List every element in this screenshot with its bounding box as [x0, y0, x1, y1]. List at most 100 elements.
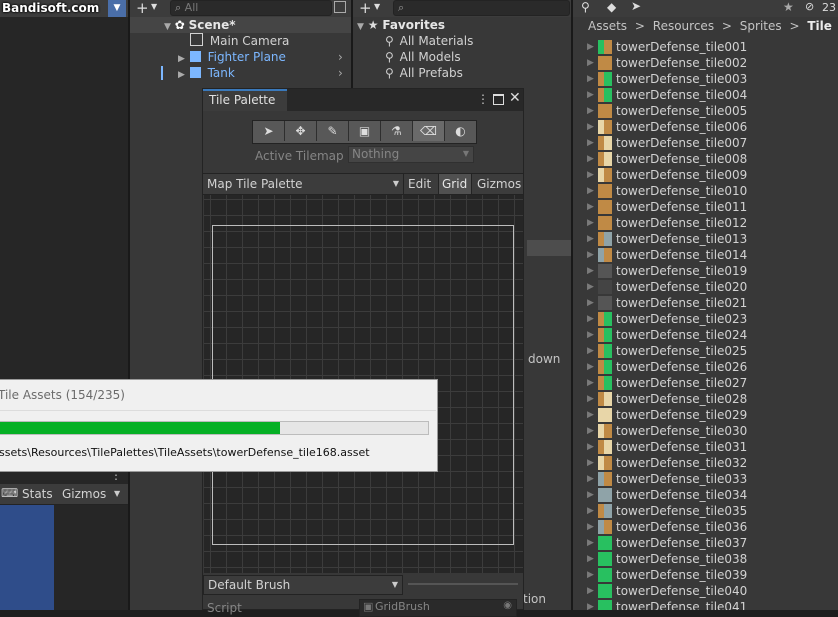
hierarchy-item[interactable]: ▶ Fighter Plane › [130, 49, 351, 65]
project-search-input[interactable]: ⌕ [393, 0, 570, 16]
project-asset-row[interactable]: ▶ towerDefense_tile004 [583, 87, 838, 103]
brush-dropdown[interactable]: Default Brush ▼ [203, 575, 403, 595]
expand-arrow-icon[interactable]: ▶ [587, 215, 594, 231]
expand-arrow-icon[interactable]: ▶ [587, 503, 594, 519]
palette-dropdown[interactable]: Map Tile Palette ▼ [203, 174, 403, 194]
project-asset-row[interactable]: ▶ towerDefense_tile039 [583, 567, 838, 583]
edit-button[interactable]: Edit [403, 174, 438, 194]
project-asset-row[interactable]: ▶ towerDefense_tile038 [583, 551, 838, 567]
expand-arrow-icon[interactable]: ▶ [587, 519, 594, 535]
project-asset-row[interactable]: ▶ towerDefense_tile037 [583, 535, 838, 551]
project-asset-row[interactable]: ▶ towerDefense_tile005 [583, 103, 838, 119]
expand-arrow-icon[interactable]: ▶ [587, 439, 594, 455]
lock-icon[interactable] [334, 1, 346, 13]
dropdown-arrow-icon[interactable]: ▼ [374, 2, 380, 11]
expand-arrow-icon[interactable]: ▶ [587, 279, 594, 295]
breadcrumb-item[interactable]: Assets [588, 19, 627, 33]
scene-row[interactable]: ▼ ✿ Scene* [130, 17, 351, 33]
project-asset-row[interactable]: ▶ towerDefense_tile012 [583, 215, 838, 231]
project-asset-row[interactable]: ▶ towerDefense_tile024 [583, 327, 838, 343]
expand-arrow-icon[interactable]: ▶ [587, 55, 594, 71]
search-options-icon[interactable]: ⚲ [581, 0, 590, 14]
chevron-right-icon[interactable]: › [338, 49, 343, 65]
project-asset-row[interactable]: ▶ towerDefense_tile002 [583, 55, 838, 71]
hierarchy-item[interactable]: ▶ Tank › [130, 65, 351, 81]
project-asset-row[interactable]: ▶ towerDefense_tile034 [583, 487, 838, 503]
expand-arrow-icon[interactable]: ▶ [587, 151, 594, 167]
keyboard-icon[interactable]: ⌨ [1, 486, 18, 500]
project-asset-row[interactable]: ▶ towerDefense_tile040 [583, 583, 838, 599]
project-asset-row[interactable]: ▶ towerDefense_tile041 [583, 599, 838, 610]
favorites-item[interactable]: ⚲ All Materials [353, 33, 571, 49]
expand-arrow-icon[interactable]: ▶ [587, 263, 594, 279]
expand-arrow-icon[interactable]: ▶ [587, 103, 594, 119]
eraser-tool-button[interactable]: ⌫ [413, 121, 445, 141]
dropdown-arrow-icon[interactable]: ▼ [151, 2, 157, 11]
expand-arrow-icon[interactable]: ▶ [587, 359, 594, 375]
project-asset-row[interactable]: ▶ towerDefense_tile001 [583, 39, 838, 55]
expand-arrow-icon[interactable]: ▶ [587, 455, 594, 471]
expand-arrow-icon[interactable]: ▶ [587, 567, 594, 583]
favorites-item[interactable]: ⚲ All Models [353, 49, 571, 65]
project-asset-row[interactable]: ▶ towerDefense_tile019 [583, 263, 838, 279]
paint-brush-tool-button[interactable]: ✎ [317, 121, 349, 141]
expand-arrow-icon[interactable]: ▶ [587, 375, 594, 391]
close-icon[interactable]: ✕ [509, 90, 521, 106]
project-asset-row[interactable]: ▶ towerDefense_tile032 [583, 455, 838, 471]
project-asset-row[interactable]: ▶ towerDefense_tile014 [583, 247, 838, 263]
project-asset-row[interactable]: ▶ towerDefense_tile033 [583, 471, 838, 487]
project-asset-row[interactable]: ▶ towerDefense_tile023 [583, 311, 838, 327]
select-tool-button[interactable]: ➤ [253, 121, 285, 141]
expand-arrow-icon[interactable]: ▶ [587, 551, 594, 567]
breadcrumb-item[interactable]: Resources [653, 19, 714, 33]
grid-toggle[interactable]: Grid [438, 174, 471, 194]
type-filter-icon[interactable]: ◆ [607, 0, 616, 14]
project-asset-row[interactable]: ▶ towerDefense_tile027 [583, 375, 838, 391]
favorites-header[interactable]: ▼ ★ Favorites [353, 17, 571, 33]
project-asset-row[interactable]: ▶ towerDefense_tile029 [583, 407, 838, 423]
expand-arrow-icon[interactable]: ▼ [357, 22, 364, 32]
layout-dropdown-button[interactable]: ▼ [108, 0, 126, 17]
expand-arrow-icon[interactable]: ▶ [587, 135, 594, 151]
expand-arrow-icon[interactable]: ▼ [164, 22, 171, 32]
project-asset-row[interactable]: ▶ towerDefense_tile031 [583, 439, 838, 455]
expand-arrow-icon[interactable]: ▶ [587, 247, 594, 263]
collapse-arrow-icon[interactable]: ▶ [178, 54, 185, 64]
add-icon[interactable]: + [136, 0, 149, 17]
project-asset-row[interactable]: ▶ towerDefense_tile010 [583, 183, 838, 199]
project-asset-row[interactable]: ▶ towerDefense_tile026 [583, 359, 838, 375]
hidden-packages-icon[interactable]: ⊘ [805, 0, 814, 13]
expand-arrow-icon[interactable]: ▶ [587, 183, 594, 199]
maximize-icon[interactable] [493, 94, 504, 105]
active-tilemap-dropdown[interactable]: Nothing ▼ [348, 146, 474, 163]
label-filter-icon[interactable]: ➤ [631, 0, 641, 13]
expand-arrow-icon[interactable]: ▶ [587, 535, 594, 551]
hierarchy-item[interactable]: Main Camera [130, 33, 351, 49]
project-asset-row[interactable]: ▶ towerDefense_tile011 [583, 199, 838, 215]
expand-arrow-icon[interactable]: ▶ [587, 39, 594, 55]
project-asset-row[interactable]: ▶ towerDefense_tile028 [583, 391, 838, 407]
expand-arrow-icon[interactable]: ▶ [587, 327, 594, 343]
gizmos-button[interactable]: Gizmos [62, 487, 106, 501]
expand-arrow-icon[interactable]: ▶ [587, 423, 594, 439]
project-asset-row[interactable]: ▶ towerDefense_tile006 [583, 119, 838, 135]
expand-arrow-icon[interactable]: ▶ [587, 599, 594, 610]
gizmos-toggle[interactable]: Gizmos [471, 174, 524, 194]
expand-arrow-icon[interactable]: ▶ [587, 199, 594, 215]
project-asset-row[interactable]: ▶ towerDefense_tile030 [583, 423, 838, 439]
expand-arrow-icon[interactable]: ▶ [587, 311, 594, 327]
eyedropper-tool-button[interactable]: ⚗ [381, 121, 413, 141]
expand-arrow-icon[interactable]: ▶ [587, 87, 594, 103]
move-tool-button[interactable]: ✥ [285, 121, 317, 141]
project-asset-row[interactable]: ▶ towerDefense_tile035 [583, 503, 838, 519]
star-icon[interactable]: ★ [783, 0, 794, 14]
expand-arrow-icon[interactable]: ▶ [587, 343, 594, 359]
expand-arrow-icon[interactable]: ▶ [587, 71, 594, 87]
project-asset-row[interactable]: ▶ towerDefense_tile020 [583, 279, 838, 295]
project-asset-row[interactable]: ▶ towerDefense_tile021 [583, 295, 838, 311]
project-asset-row[interactable]: ▶ towerDefense_tile003 [583, 71, 838, 87]
expand-arrow-icon[interactable]: ▶ [587, 119, 594, 135]
chevron-right-icon[interactable]: › [338, 65, 343, 81]
breadcrumb-item[interactable]: Sprites [740, 19, 782, 33]
hierarchy-search-input[interactable]: ⌕ All [170, 0, 332, 16]
